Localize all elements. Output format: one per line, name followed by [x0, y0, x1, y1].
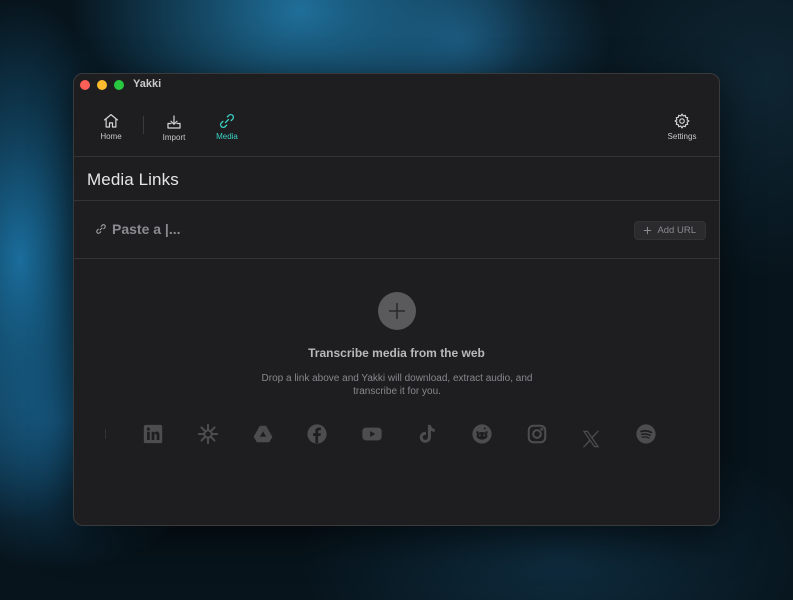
add-media-button[interactable] [378, 292, 416, 330]
url-entry-row: Add URL [74, 201, 719, 258]
gear-icon [674, 113, 690, 129]
tray-download-icon [167, 115, 181, 129]
perplexity-icon [197, 423, 219, 445]
linkedin-icon [142, 423, 164, 445]
zoom-window-button[interactable] [114, 80, 124, 90]
toolbar-home-label: Home [100, 132, 122, 141]
toolbar-media-button[interactable]: Media [202, 112, 252, 141]
instagram-icon [526, 423, 548, 445]
plus-icon [389, 303, 405, 319]
toolbar-media-label: Media [216, 132, 238, 141]
app-window: Yakki Home Import Media Settings Media L… [73, 73, 720, 526]
house-icon [103, 114, 119, 128]
traffic-lights [80, 80, 124, 90]
x-icon [580, 428, 602, 450]
plus-icon [644, 226, 652, 235]
toolbar-settings-label: Settings [667, 132, 697, 141]
toolbar-import-button[interactable]: Import [149, 113, 199, 142]
spotify-icon [635, 423, 657, 445]
reddit-icon [471, 423, 493, 445]
close-window-button[interactable] [80, 80, 90, 90]
tiktok-icon [416, 423, 438, 445]
window-title: Yakki [133, 78, 162, 90]
toolbar-separator [143, 116, 144, 134]
empty-state-description: Drop a link above and Yakki will downloa… [261, 373, 533, 397]
add-url-label: Add URL [657, 225, 696, 236]
add-url-button[interactable]: Add URL [634, 221, 706, 240]
link-icon [219, 113, 235, 129]
minimize-window-button[interactable] [97, 80, 107, 90]
toolbar-divider [74, 156, 719, 157]
empty-state-title: Transcribe media from the web [308, 346, 485, 360]
platform-icons [74, 423, 719, 453]
toolbar-home-button[interactable]: Home [86, 112, 136, 141]
toolbar: Home Import Media Settings [74, 102, 719, 156]
youtube-icon [361, 423, 383, 445]
toolbar-import-label: Import [162, 133, 186, 142]
toolbar-settings-button[interactable]: Settings [657, 112, 707, 141]
link-icon [96, 224, 106, 234]
page-title: Media Links [87, 170, 179, 189]
url-input[interactable] [112, 218, 412, 240]
facebook-icon [306, 423, 328, 445]
input-divider [74, 258, 719, 259]
google-drive-icon [252, 423, 274, 445]
